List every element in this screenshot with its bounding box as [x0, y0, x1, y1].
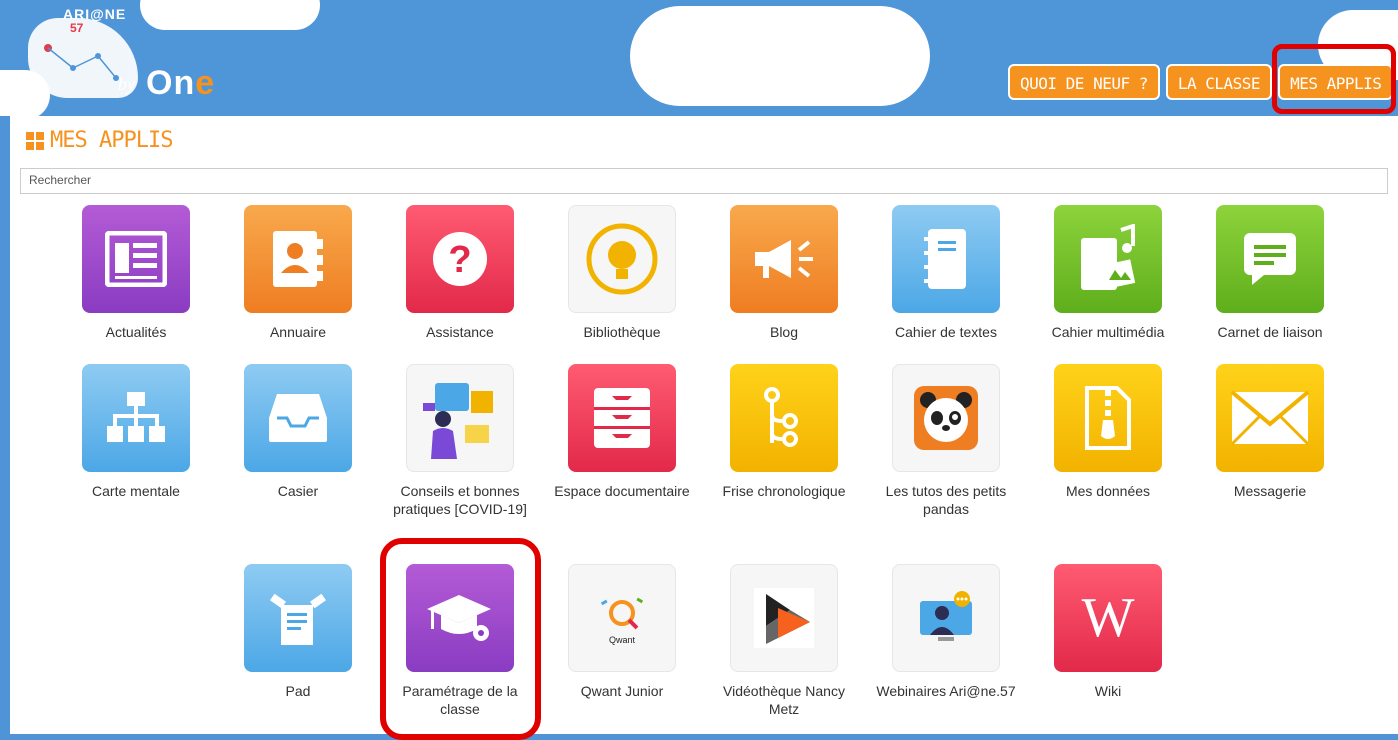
app-label: Cahier multimédia: [1051, 324, 1165, 340]
page-title-text: MES APPLIS: [50, 128, 173, 153]
app-label: Vidéothèque Nancy Metz: [723, 683, 845, 717]
inbox-tray-icon: [244, 364, 352, 472]
wiki-icon: W: [1054, 564, 1162, 672]
app-bibliotheque[interactable]: Bibliothèque: [552, 205, 692, 341]
app-cahier-de-textes[interactable]: Cahier de textes: [876, 205, 1016, 341]
app-label: Wiki: [1094, 683, 1122, 699]
sitemap-icon: [82, 364, 190, 472]
cloud-decoration: [630, 6, 930, 106]
app-pad[interactable]: Pad: [228, 564, 368, 700]
nav-quoi-de-neuf-button[interactable]: QUOI DE NEUF ?: [1008, 64, 1160, 100]
app-label: Cahier de textes: [895, 324, 997, 340]
app-label: Carnet de liaison: [1217, 324, 1323, 340]
app-label: Annuaire: [269, 324, 327, 340]
app-blog[interactable]: Blog: [714, 205, 854, 341]
zip-file-icon: [1054, 364, 1162, 472]
qwant-logo-text: Qwant: [609, 635, 636, 645]
app-label: Pad: [285, 683, 311, 699]
ariane-logo[interactable]: ARI@NE 57 by One: [8, 4, 238, 104]
app-label: Carte mentale: [92, 483, 180, 499]
app-label: Bibliothèque: [583, 324, 661, 340]
timeline-icon: [730, 364, 838, 472]
app-tutos-pandas[interactable]: Les tutos des petits pandas: [876, 364, 1016, 518]
lightbulb-icon: [568, 205, 676, 313]
panda-icon: [892, 364, 1000, 472]
pad-icon: [244, 564, 352, 672]
music-notebook-icon: [1054, 205, 1162, 313]
apps-panel: MES APPLIS Rechercher: [10, 116, 1398, 734]
mes-applis-highlight: [1272, 44, 1396, 114]
parametrage-highlight: [380, 538, 541, 740]
app-messagerie[interactable]: Messagerie: [1200, 364, 1340, 500]
grid-icon: [26, 131, 44, 150]
megaphone-icon: [730, 205, 838, 313]
app-label: Assistance: [426, 324, 494, 340]
app-carnet-de-liaison[interactable]: Carnet de liaison: [1200, 205, 1340, 341]
app-videotheque[interactable]: Vidéothèque Nancy Metz: [714, 564, 854, 718]
app-conseils-covid[interactable]: Conseils et bonnes pratiques [COVID-19]: [390, 364, 530, 518]
nav-la-classe-button[interactable]: LA CLASSE: [1165, 64, 1273, 100]
app-carte-mentale[interactable]: Carte mentale: [66, 364, 206, 500]
contact-book-icon: [244, 205, 352, 313]
envelope-icon: [1216, 364, 1324, 472]
logo-brand-e: e: [195, 64, 216, 102]
app-label: Blog: [769, 324, 799, 340]
one-logo: One: [146, 64, 215, 103]
logo-subtitle: 57: [70, 21, 84, 35]
logo-by: by: [118, 74, 135, 94]
svg-text:?: ?: [448, 239, 471, 281]
qwant-icon: Qwant: [568, 564, 676, 672]
app-label: Espace documentaire: [554, 483, 690, 499]
play-icon: [730, 564, 838, 672]
app-label: Frise chronologique: [722, 483, 846, 499]
search-input[interactable]: Rechercher: [20, 168, 1388, 194]
page-title: MES APPLIS: [26, 128, 173, 153]
drawers-icon: [568, 364, 676, 472]
app-qwant-junior[interactable]: Qwant Qwant Junior: [552, 564, 692, 700]
webinar-icon: [892, 564, 1000, 672]
app-wiki[interactable]: W Wiki: [1038, 564, 1178, 700]
illustration-icon: [406, 364, 514, 472]
app-webinaires[interactable]: Webinaires Ari@ne.57: [876, 564, 1016, 700]
app-label: Webinaires Ari@ne.57: [876, 683, 1016, 699]
app-label: Les tutos des petits pandas: [885, 483, 1007, 517]
app-label: Qwant Junior: [580, 683, 664, 699]
logo-brand-n: n: [173, 64, 196, 102]
wiki-icon-letter: W: [1081, 587, 1135, 649]
app-assistance[interactable]: ? Assistance: [390, 205, 530, 341]
app-mes-donnees[interactable]: Mes données: [1038, 364, 1178, 500]
question-icon: ?: [406, 205, 514, 313]
app-label: Actualités: [105, 324, 167, 340]
header: ARI@NE 57 by One QUOI DE NEUF ? LA CLASS…: [0, 0, 1398, 116]
app-frise-chronologique[interactable]: Frise chronologique: [714, 364, 854, 500]
app-cahier-multimedia[interactable]: Cahier multimédia: [1038, 205, 1178, 341]
app-casier[interactable]: Casier: [228, 364, 368, 500]
app-actualites[interactable]: Actualités: [66, 205, 206, 341]
app-label: Mes données: [1065, 483, 1151, 499]
app-label: Conseils et bonnes pratiques [COVID-19]: [393, 483, 527, 517]
message-icon: [1216, 205, 1324, 313]
logo-brand-o: O: [146, 64, 174, 102]
app-espace-documentaire[interactable]: Espace documentaire: [552, 364, 692, 500]
app-label: Casier: [277, 483, 319, 499]
notebook-icon: [892, 205, 1000, 313]
app-label: Messagerie: [1233, 483, 1307, 499]
app-annuaire[interactable]: Annuaire: [228, 205, 368, 341]
newspaper-icon: [82, 205, 190, 313]
logo-title: ARI@NE: [63, 6, 127, 22]
